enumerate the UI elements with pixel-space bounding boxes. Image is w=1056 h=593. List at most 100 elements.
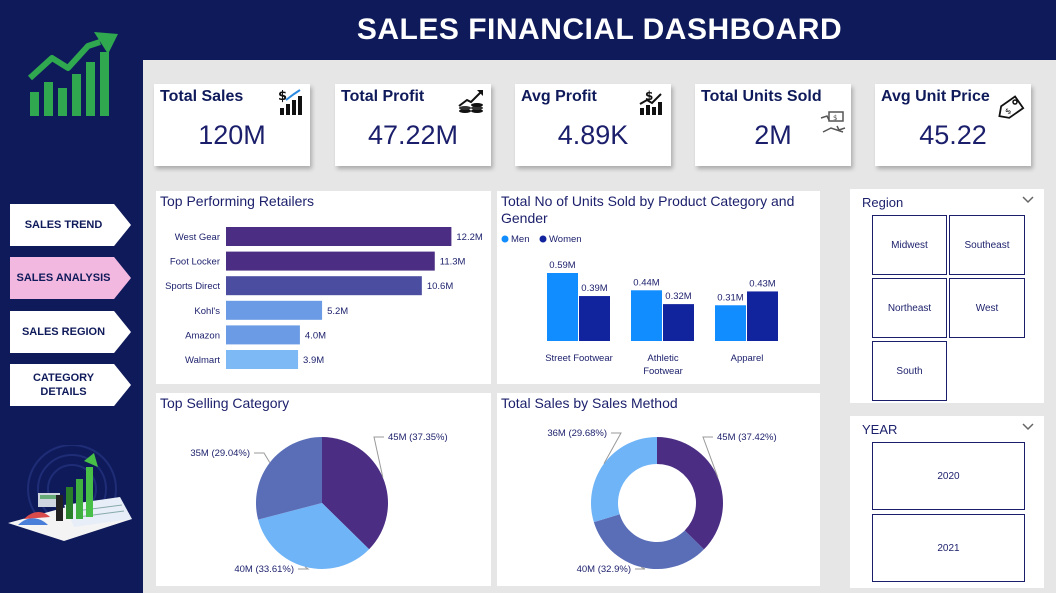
kpi-card-total-profit: Total Profit 47.22M [335,84,491,166]
kpi-title: Total Profit [341,88,425,105]
year-option-2021[interactable]: 2021 [872,514,1025,582]
money-chart-icon: $ [278,89,302,115]
bar-data-label: 5.2M [327,306,348,317]
slice-data-label: 40M (32.9%) [577,564,631,575]
chevron-down-icon[interactable] [1022,195,1034,205]
kpi-title: Total Units Sold [701,88,822,105]
legend-marker [501,235,509,243]
svg-text:$: $ [1003,106,1013,116]
top-selling-category-panel: Top Selling Category 45M (37.35%) 40M (33… [156,393,491,586]
leader-line [254,452,271,463]
svg-text:$: $ [833,114,837,122]
price-tag-icon: $ [998,95,1025,119]
slice-data-label: 36M (29.68%) [547,428,607,439]
bar-data-label: 3.9M [303,355,324,366]
category-axis-label: Athletic [647,353,678,364]
column-data-label: 0.39M [581,283,607,294]
bar-data-label: 4.0M [305,330,326,341]
kpi-value: 4.89K [557,120,629,150]
bar [226,227,452,246]
bar [226,251,435,271]
bar-data-label: 10.6M [427,281,453,292]
column-data-label: 0.32M [665,291,691,302]
units-clustered-bar-chart: Men Women 0.59M 0.39M Street Footwear 0.44M 0.… [501,234,778,377]
legend-label: Women [549,234,582,245]
bar [226,325,300,345]
kpi-title: Avg Unit Price [881,88,990,105]
column-data-label: 0.44M [633,277,659,288]
bar-data-label: 11.3M [440,257,466,268]
slice [591,437,657,523]
kpi-value: 45.22 [919,120,987,150]
category-axis-label: Apparel [731,353,764,364]
bar-category-label: West Gear [175,232,220,243]
kpi-value: 47.22M [367,120,459,150]
kpi-card-avg-unit-price: Avg Unit Price 45.22 $ [875,84,1031,166]
column-data-label: 0.43M [749,278,775,289]
bar-category-label: Foot Locker [170,257,220,268]
region-option-south[interactable]: South [872,341,947,401]
year-slicer: YEAR 2020 2021 [850,416,1044,588]
kpi-title: Total Sales [160,88,244,105]
svg-text:$: $ [278,89,287,104]
slicer-title: Region [862,195,904,210]
bar [226,300,323,320]
kpi-card-total-units-sold: Total Units Sold 2M $ [695,84,851,166]
column [747,291,778,341]
bar-category-label: Amazon [185,330,220,341]
analytics-illustration-icon [8,445,132,541]
hand-cash-icon: $ [820,111,846,133]
bar [226,276,422,296]
slice-data-label: 35M (29.04%) [190,448,250,459]
region-option-southeast[interactable]: Southeast [949,215,1025,275]
kpi-value: 120M [198,120,266,150]
column [547,273,578,341]
page-title: SALES FINANCIAL DASHBOARD [356,13,843,46]
category-axis-label: Footwear [643,366,683,377]
sales-method-panel: Total Sales by Sales Method 45M (37.42%)… [497,393,820,586]
retailers-bar-chart: West Gear 12.2M Foot Locker 11.3M Sports Dir… [165,227,483,369]
region-option-northeast[interactable]: Northeast [872,278,947,338]
coins-chart-icon [458,90,483,113]
units-by-category-panel: Total No of Units Sold by Product Catego… [497,191,820,384]
nav-sales-region[interactable]: SALES REGION [10,311,131,353]
bar-data-label: 12.2M [456,232,482,243]
category-pie-chart: 45M (37.35%) 40M (33.61%) 35M (29.04%) [190,432,448,575]
growth-dollar-icon: $ [639,89,662,115]
nav-sales-trend[interactable]: SALES TREND [10,204,131,246]
column [715,305,746,341]
bar-category-label: Kohl's [194,306,220,317]
region-slicer: Region Midwest Southeast Northeast West … [850,189,1044,403]
bar-category-label: Walmart [185,355,220,366]
slice-data-label: 45M (37.42%) [717,432,777,443]
year-option-2020[interactable]: 2020 [872,442,1025,510]
growth-chart-logo-icon [27,32,118,116]
column-data-label: 0.31M [717,292,743,303]
column [631,290,662,341]
slice [657,437,723,550]
slicer-title: YEAR [862,422,898,437]
sales-method-donut-chart: 45M (37.42%) 40M (32.9%) 36M (29.68%) [547,428,777,575]
bar-category-label: Sports Direct [165,281,220,292]
kpi-title: Avg Profit [521,88,597,105]
sidebar: SALES TREND SALES ANALYSIS SALES REGION … [0,0,143,593]
slice-data-label: 45M (37.35%) [388,432,448,443]
kpi-card-avg-profit: Avg Profit 4.89K $ [515,84,671,166]
top-retailers-panel: Top Performing Retailers West Gear 12.2M F… [156,191,491,384]
column [663,304,694,341]
column [579,296,610,341]
region-option-west[interactable]: West [949,278,1025,338]
nav-sales-analysis[interactable]: SALES ANALYSIS [10,257,131,299]
category-axis-label: Street Footwear [545,353,613,364]
kpi-card-total-sales: Total Sales 120M $ [154,84,310,166]
slice [593,514,704,569]
main-area: SALES FINANCIAL DASHBOARD Total Sales 12… [143,0,1056,593]
header-bar: SALES FINANCIAL DASHBOARD [143,0,1056,60]
bar [226,350,299,369]
legend-label: Men [511,234,529,245]
region-option-midwest[interactable]: Midwest [872,215,947,275]
nav-category-details[interactable]: CATEGORY DETAILS [10,364,131,406]
column-data-label: 0.59M [549,260,575,271]
chevron-down-icon[interactable] [1022,422,1034,432]
legend-marker [539,235,547,243]
